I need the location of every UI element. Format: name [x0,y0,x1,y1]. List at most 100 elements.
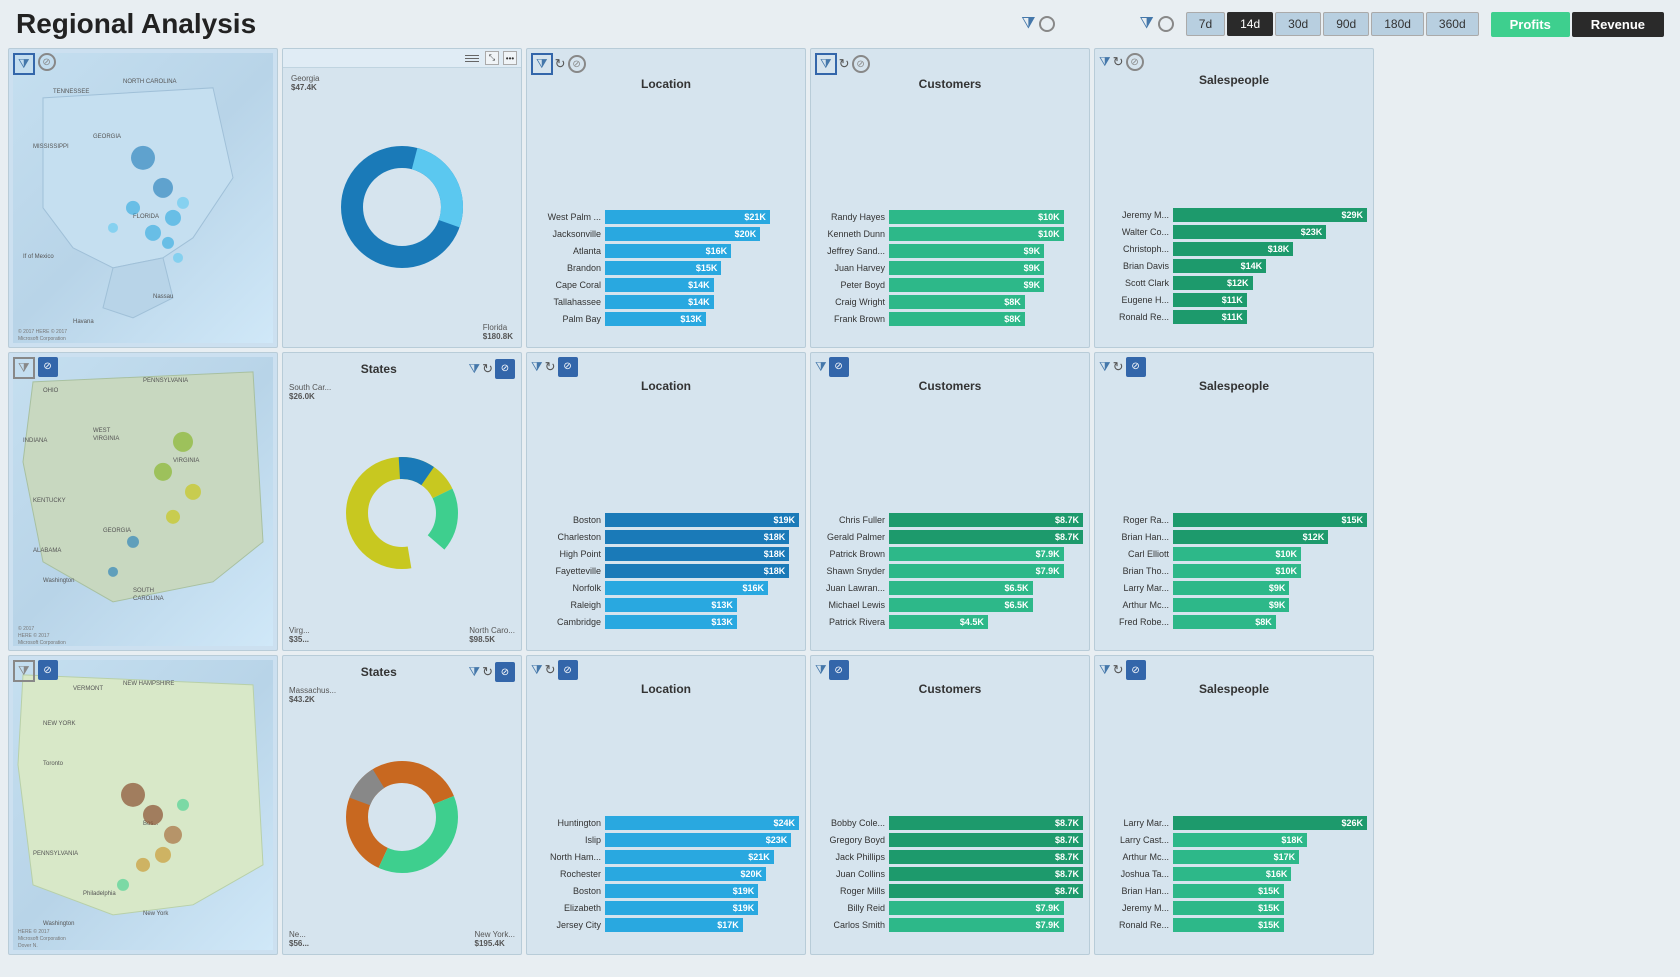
bar-fill: $17K [605,918,743,932]
svg-text:NORTH CAROLINA: NORTH CAROLINA [123,79,177,85]
revenue-button[interactable]: Revenue [1572,12,1664,37]
states-filter-icon-row2[interactable]: ⧩ [468,361,480,377]
bar-fill: $7.9K [889,918,1064,932]
time-btn-90d[interactable]: 90d [1323,12,1369,36]
svg-text:TENNESSEE: TENNESSEE [53,89,89,95]
bar-track: $15K [605,261,799,275]
customers-blocked-icon-row2[interactable]: ⊘ [829,357,849,377]
menu-btn-row1[interactable]: ••• [503,51,517,65]
bar-row: Billy Reid $7.9K [817,901,1083,915]
map-blocked-icon-row2[interactable]: ⊘ [38,357,58,377]
states-filter-icon-row3[interactable]: ⧩ [468,664,480,680]
map-svg-row2: OHIO PENNSYLVANIA INDIANA WEST VIRGINIA … [13,357,273,647]
customers-refresh-icon-row1[interactable]: ↻ [839,56,850,72]
profits-button[interactable]: Profits [1491,12,1570,37]
bar-label: Eugene H... [1101,295,1169,305]
global-filter-icon[interactable]: ⧩ [1021,15,1035,33]
time-btn-7d[interactable]: 7d [1186,12,1225,36]
map-blocked-icon-row3[interactable]: ⊘ [38,660,58,680]
states-refresh-icon-row3[interactable]: ↻ [482,664,493,680]
salespeople-refresh-icon-row3[interactable]: ↻ [1113,662,1124,678]
customers-blocked-icon-row3[interactable]: ⊘ [829,660,849,680]
bar-fill: $23K [605,833,791,847]
time-btn-180d[interactable]: 180d [1371,12,1424,36]
salespeople-refresh-icon-row1[interactable]: ↻ [1113,54,1124,70]
hamburger-icon-row1[interactable] [463,53,481,64]
time-btn-30d[interactable]: 30d [1275,12,1321,36]
bar-fill: $19K [605,901,758,915]
states-refresh-icon-row2[interactable]: ↻ [482,361,493,377]
salespeople-filter-icon-row1[interactable]: ⧩ [1099,54,1111,70]
salespeople-blocked-icon-row1[interactable]: ⊘ [1126,53,1144,71]
customers-icons-row3: ⧩ ⊘ [815,660,849,680]
location-filter-icon-row1[interactable]: ⧩ [531,53,553,75]
bar-row: Roger Ra... $15K [1101,513,1367,527]
svg-text:KENTUCKY: KENTUCKY [33,497,66,503]
bar-track: $9K [889,278,1083,292]
bar-row: Tallahassee $14K [533,295,799,309]
global-blocked-icon2[interactable] [1154,13,1177,36]
bar-fill: $14K [605,278,714,292]
salespeople-blocked-icon-row2[interactable]: ⊘ [1126,357,1146,377]
map-blocked-icon-row1[interactable]: ⊘ [38,53,56,71]
bar-fill: $10K [889,210,1064,224]
svg-text:NEW HAMPSHIRE: NEW HAMPSHIRE [123,681,174,687]
customers-filter-icon-row3[interactable]: ⧩ [815,662,827,678]
location-blocked-icon-row2[interactable]: ⊘ [558,357,578,377]
global-blocked-icon[interactable] [1036,13,1059,36]
global-filter-icon2[interactable]: ⧩ [1139,15,1153,33]
donut-svg-row3 [342,757,462,877]
time-btn-360d[interactable]: 360d [1426,12,1479,36]
location-filter-icon-row2[interactable]: ⧩ [531,359,543,375]
svg-text:© 2017 HERE © 2017: © 2017 HERE © 2017 [18,328,67,335]
map-filter-icon-row2[interactable]: ⧩ [13,357,35,379]
salespeople-filter-icon-row2[interactable]: ⧩ [1099,359,1111,375]
salespeople-refresh-icon-row2[interactable]: ↻ [1113,359,1124,375]
location-refresh-icon-row2[interactable]: ↻ [545,359,556,375]
bar-fill: $23K [1173,225,1326,239]
location-blocked-icon-row1[interactable]: ⊘ [568,55,586,73]
location-icons-row2: ⧩ ↻ ⊘ [531,357,578,377]
bar-label: Joshua Ta... [1101,869,1169,879]
map-filter-icon-row1[interactable]: ⧩ [13,53,35,75]
customers-blocked-icon-row1[interactable]: ⊘ [852,55,870,73]
map-filter-icon-row3[interactable]: ⧩ [13,660,35,682]
bar-label: Christoph... [1101,244,1169,254]
bar-track: $17K [1173,850,1367,864]
bar-row: Larry Mar... $9K [1101,581,1367,595]
time-btn-14d[interactable]: 14d [1227,12,1273,36]
bar-label: Brian Han... [1101,532,1169,542]
expand-btn-row1[interactable]: ⤡ [485,51,499,65]
customers-filter-icon-row2[interactable]: ⧩ [815,359,827,375]
bar-track: $7.9K [889,547,1083,561]
bar-track: $16K [605,244,799,258]
states-blocked-icon-row2[interactable]: ⊘ [495,359,515,379]
salespeople-blocked-icon-row3[interactable]: ⊘ [1126,660,1146,680]
location-refresh-icon-row3[interactable]: ↻ [545,662,556,678]
location-refresh-icon-row1[interactable]: ↻ [555,56,566,72]
customers-filter-icon-row1[interactable]: ⧩ [815,53,837,75]
donut-label-ne-row3: Ne...$56... [289,930,309,948]
bar-fill: $13K [605,615,737,629]
svg-text:HERE © 2017: HERE © 2017 [18,631,50,638]
location-filter-icon-row3[interactable]: ⧩ [531,662,543,678]
metric-button-group: Profits Revenue [1491,12,1664,37]
location-blocked-icon-row3[interactable]: ⊘ [558,660,578,680]
states-icons-row3: ⧩ ↻ ⊘ [468,662,515,682]
bar-row: Atlanta $16K [533,244,799,258]
bar-fill: $8.7K [889,530,1083,544]
svg-text:SOUTH: SOUTH [133,587,154,593]
bar-fill: $9K [889,244,1044,258]
salespeople-filter-icon-row3[interactable]: ⧩ [1099,662,1111,678]
svg-text:Microsoft Corporation: Microsoft Corporation [18,936,66,942]
customers-header-row1: ⧩ ↻ ⊘ [815,53,1085,75]
bar-fill: $19K [605,884,758,898]
bar-track: $20K [605,227,799,241]
bar-track: $8K [1173,615,1367,629]
bar-label: Gerald Palmer [817,532,885,542]
bar-row: Fred Robe... $8K [1101,615,1367,629]
states-title-row2: States [289,362,468,376]
states-blocked-icon-row3[interactable]: ⊘ [495,662,515,682]
bar-fill: $12K [1173,530,1328,544]
bar-row: North Ham... $21K [533,850,799,864]
